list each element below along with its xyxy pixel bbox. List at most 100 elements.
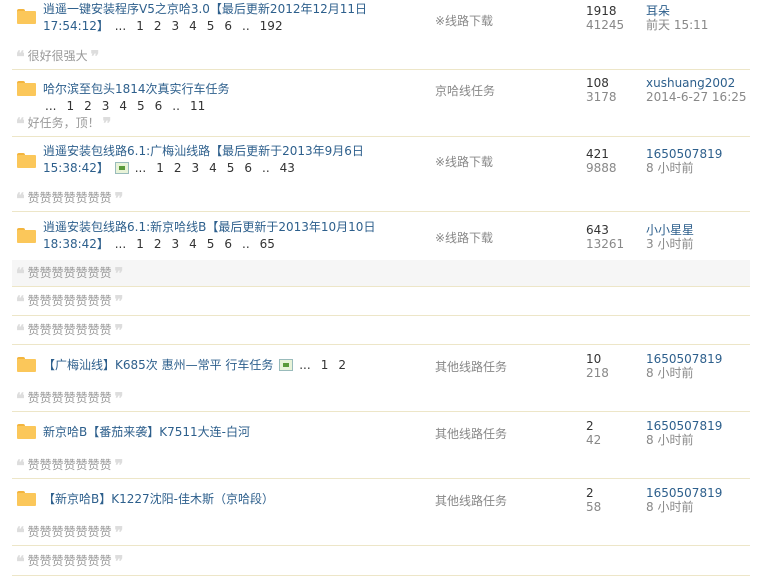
last-poster-link[interactable]: xushuang2002 bbox=[646, 76, 747, 90]
page-link[interactable]: 5 bbox=[227, 161, 235, 175]
page-link[interactable]: 4 bbox=[189, 237, 197, 251]
last-post: 小小星星 3 小时前 bbox=[646, 223, 694, 251]
page-links: ... 1 2 3 4 5 6.. 192 bbox=[113, 19, 283, 33]
thread-row: 【新京哈B】K1227沈阳-佳木斯（京哈段） 其他线路任务 2 58 165050… bbox=[12, 479, 750, 519]
page-links: ... 1 2 bbox=[297, 358, 346, 372]
last-post: 1650507819 8 小时前 bbox=[646, 147, 722, 175]
last-post: 1650507819 8 小时前 bbox=[646, 486, 722, 514]
last-poster-link[interactable]: 1650507819 bbox=[646, 419, 722, 433]
last-post-time[interactable]: 8 小时前 bbox=[646, 366, 722, 380]
last-post-time[interactable]: 8 小时前 bbox=[646, 433, 722, 447]
forum-link[interactable]: 其他线路任务 bbox=[435, 358, 507, 375]
page-link[interactable]: 3 bbox=[171, 19, 179, 33]
row-divider bbox=[12, 315, 750, 316]
page-link[interactable]: 4 bbox=[209, 161, 217, 175]
folder-icon bbox=[17, 357, 36, 372]
page-link[interactable]: 5 bbox=[207, 19, 215, 33]
page-link[interactable]: 2 bbox=[338, 358, 346, 372]
last-post-time[interactable]: 8 小时前 bbox=[646, 500, 722, 514]
forum-link[interactable]: ※线路下载 bbox=[435, 12, 493, 29]
last-post-time[interactable]: 前天 15:11 bbox=[646, 18, 708, 32]
page-ellipsis: .. bbox=[262, 161, 270, 175]
forum-link[interactable]: 其他线路任务 bbox=[435, 492, 507, 509]
page-link[interactable]: 2 bbox=[174, 161, 182, 175]
forum-link[interactable]: ※线路下载 bbox=[435, 229, 493, 246]
thread-title: 逍遥安装包线路6.1:广梅汕线路【最后更新于2013年9月6日 15:38:42】… bbox=[43, 143, 383, 177]
last-post-time[interactable]: 3 小时前 bbox=[646, 237, 694, 251]
thread-title-link[interactable]: 新京哈B【番茄来袭】K7511大连-白河 bbox=[43, 425, 250, 439]
forum-link[interactable]: ※线路下载 bbox=[435, 153, 493, 170]
quote-open-icon: ❝ bbox=[16, 264, 25, 283]
page-ellipsis: ... bbox=[134, 161, 147, 175]
page-link[interactable]: 65 bbox=[260, 237, 275, 251]
last-poster-link[interactable]: 1650507819 bbox=[646, 352, 722, 366]
page-link[interactable]: 43 bbox=[280, 161, 295, 175]
image-attachment-icon bbox=[279, 359, 294, 371]
page-link[interactable]: 3 bbox=[191, 161, 199, 175]
forum-link[interactable]: 京哈线任务 bbox=[435, 82, 495, 99]
last-poster-link[interactable]: 小小星星 bbox=[646, 223, 694, 237]
page-link[interactable]: 6 bbox=[244, 161, 252, 175]
reply-text: 赞赞赞赞赞赞赞 bbox=[27, 323, 112, 337]
reply-preview: ❝ 赞赞赞赞赞赞赞 ❞ bbox=[12, 452, 750, 478]
forum-link[interactable]: 其他线路任务 bbox=[435, 425, 507, 442]
quote-open-icon: ❝ bbox=[16, 456, 25, 475]
page-link[interactable]: 1 bbox=[136, 237, 144, 251]
last-post: 1650507819 8 小时前 bbox=[646, 419, 722, 447]
last-post: 耳朵 前天 15:11 bbox=[646, 4, 708, 32]
last-poster-link[interactable]: 1650507819 bbox=[646, 147, 722, 161]
thread-title: 逍遥安装包线路6.1:新京哈线B【最后更新于2013年10月10日 18:38:4… bbox=[43, 219, 383, 253]
thread-title: 【广梅汕线】K685次 惠州—常平 行车任务 ... 1 2 bbox=[43, 357, 383, 374]
reply-preview: ❝ 赞赞赞赞赞赞赞 ❞ bbox=[12, 385, 750, 411]
thread-title-link[interactable]: 哈尔滨至包头1814次真实行车任务 bbox=[43, 82, 230, 96]
page-link[interactable]: 1 bbox=[156, 161, 164, 175]
quote-open-icon: ❝ bbox=[16, 114, 25, 133]
thread-title: 【新京哈B】K1227沈阳-佳木斯（京哈段） bbox=[43, 491, 383, 508]
page-link[interactable]: 2 bbox=[154, 19, 162, 33]
reply-text: 赞赞赞赞赞赞赞 bbox=[27, 266, 112, 280]
page-link[interactable]: 6 bbox=[224, 237, 232, 251]
quote-close-icon: ❞ bbox=[114, 292, 124, 311]
reply-count: 643 13261 bbox=[586, 223, 625, 251]
view-count: 9888 bbox=[586, 161, 617, 175]
reply-preview: ❝ 赞赞赞赞赞赞赞 ❞ bbox=[12, 185, 750, 211]
page-link[interactable]: 3 bbox=[171, 237, 179, 251]
quote-close-icon: ❞ bbox=[114, 321, 124, 340]
quote-close-icon: ❞ bbox=[102, 114, 112, 133]
reply-text: 赞赞赞赞赞赞赞 bbox=[27, 191, 112, 205]
reply-text: 赞赞赞赞赞赞赞 bbox=[27, 458, 112, 472]
folder-icon bbox=[17, 81, 36, 96]
reply-preview: ❝ 很好很强大 ❞ bbox=[12, 43, 750, 69]
thread-title-link[interactable]: 【广梅汕线】K685次 惠州—常平 行车任务 bbox=[43, 358, 273, 372]
thread-row: 逍遥安装包线路6.1:新京哈线B【最后更新于2013年10月10日 18:38:4… bbox=[12, 212, 750, 260]
view-count: 41245 bbox=[586, 18, 625, 32]
reply-text: 好任务，顶！ bbox=[27, 116, 100, 130]
page-link[interactable]: 5 bbox=[207, 237, 215, 251]
quote-open-icon: ❝ bbox=[16, 47, 25, 66]
reply-preview: ❝ 赞赞赞赞赞赞赞 ❞ bbox=[12, 519, 750, 545]
page-link[interactable]: 6 bbox=[224, 19, 232, 33]
reply-text: 赞赞赞赞赞赞赞 bbox=[27, 554, 112, 568]
quote-close-icon: ❞ bbox=[114, 389, 124, 408]
last-post: xushuang2002 2014-6-27 16:25 bbox=[646, 76, 747, 104]
last-post-time[interactable]: 2014-6-27 16:25 bbox=[646, 90, 747, 104]
page-link[interactable]: 4 bbox=[189, 19, 197, 33]
thread-row: 【广梅汕线】K685次 惠州—常平 行车任务 ... 1 2 其他线路任务 10 21… bbox=[12, 345, 750, 385]
folder-icon bbox=[17, 491, 36, 506]
quote-close-icon: ❞ bbox=[114, 456, 124, 475]
page-link[interactable]: 2 bbox=[154, 237, 162, 251]
last-post-time[interactable]: 8 小时前 bbox=[646, 161, 722, 175]
reply-preview: ❝ 赞赞赞赞赞赞赞 ❞ bbox=[12, 317, 750, 343]
page-link[interactable]: 192 bbox=[260, 19, 283, 33]
view-count: 13261 bbox=[586, 237, 625, 251]
thread-row: 逍遥安装包线路6.1:广梅汕线路【最后更新于2013年9月6日 15:38:42】… bbox=[12, 137, 750, 185]
row-divider bbox=[12, 286, 750, 287]
page-link[interactable]: 1 bbox=[136, 19, 144, 33]
last-poster-link[interactable]: 1650507819 bbox=[646, 486, 722, 500]
page-link[interactable]: 1 bbox=[321, 358, 329, 372]
quote-close-icon: ❞ bbox=[90, 47, 100, 66]
reply-preview: ❝ 赞赞赞赞赞赞赞 ❞ bbox=[12, 288, 750, 314]
thread-title: 新京哈B【番茄来袭】K7511大连-白河 bbox=[43, 424, 383, 441]
last-poster-link[interactable]: 耳朵 bbox=[646, 4, 708, 18]
thread-title-link[interactable]: 【新京哈B】K1227沈阳-佳木斯（京哈段） bbox=[43, 492, 274, 506]
